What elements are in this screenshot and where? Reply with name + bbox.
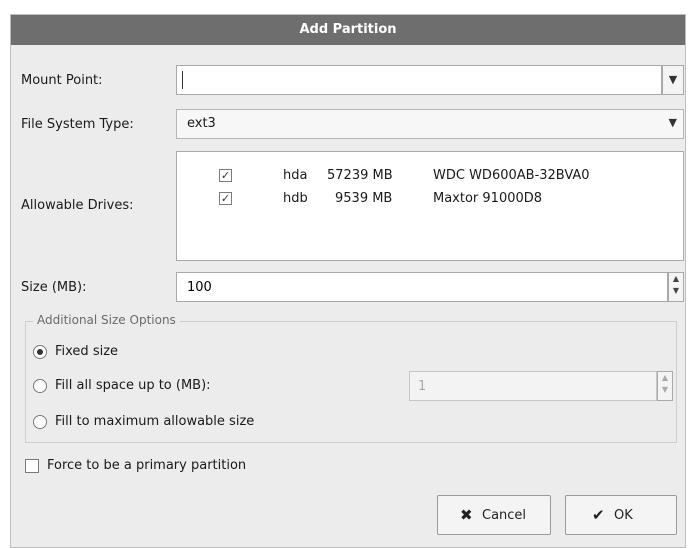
ok-button[interactable]: ✔ OK <box>565 495 677 535</box>
fill-maximum-radio[interactable] <box>33 415 47 429</box>
cancel-button[interactable]: ✖ Cancel <box>437 495 551 535</box>
drive-row[interactable]: ✓ hdb 9539 MB Maxtor 91000D8 <box>177 189 683 211</box>
primary-partition-checkbox[interactable] <box>25 459 39 473</box>
fill-up-to-radio[interactable] <box>33 379 47 393</box>
dialog-title: Add Partition <box>11 15 685 45</box>
drive-size: 57239 MB <box>327 168 393 183</box>
text-cursor <box>182 71 183 89</box>
size-spinner[interactable]: ▲ ▼ <box>668 272 684 302</box>
mount-point-label: Mount Point: <box>21 73 103 88</box>
spin-up-icon[interactable]: ▲ <box>662 373 668 382</box>
allowable-drives-label: Allowable Drives: <box>21 198 134 213</box>
drive-checkbox[interactable]: ✓ <box>219 192 232 205</box>
drive-checkbox[interactable]: ✓ <box>219 169 232 182</box>
drive-row[interactable]: ✓ hda 57239 MB WDC WD600AB-32BVA0 <box>177 166 683 188</box>
file-system-type-combo[interactable]: ext3 ▼ <box>176 109 684 139</box>
drive-size: 9539 MB <box>335 191 393 206</box>
fill-up-to-input[interactable] <box>409 371 657 401</box>
fill-maximum-label[interactable]: Fill to maximum allowable size <box>55 414 254 429</box>
size-label: Size (MB): <box>21 280 87 295</box>
add-partition-dialog: Add Partition Mount Point: ▼ File System… <box>10 14 686 548</box>
spin-down-icon[interactable]: ▼ <box>673 286 679 295</box>
fixed-size-label[interactable]: Fixed size <box>55 344 118 359</box>
drive-model: Maxtor 91000D8 <box>433 191 543 206</box>
mount-point-dropdown-button[interactable]: ▼ <box>662 65 684 95</box>
drive-device: hda <box>283 168 308 183</box>
x-icon: ✖ <box>460 506 473 524</box>
primary-partition-label[interactable]: Force to be a primary partition <box>47 458 246 473</box>
file-system-type-value: ext3 <box>187 116 216 131</box>
fixed-size-radio[interactable] <box>33 345 47 359</box>
fill-up-to-label[interactable]: Fill all space up to (MB): <box>55 378 211 393</box>
cancel-button-label: Cancel <box>482 508 527 523</box>
spin-down-icon[interactable]: ▼ <box>662 385 668 394</box>
ok-icon: ✔ <box>592 506 605 524</box>
allowable-drives-list: ✓ hda 57239 MB WDC WD600AB-32BVA0 ✓ hdb … <box>176 151 684 261</box>
chevron-down-icon: ▼ <box>668 116 677 129</box>
mount-point-input[interactable] <box>176 65 662 95</box>
additional-size-options-title: Additional Size Options <box>33 313 180 327</box>
chevron-down-icon: ▼ <box>668 73 678 86</box>
spin-up-icon[interactable]: ▲ <box>673 274 679 283</box>
file-system-type-label: File System Type: <box>21 117 134 132</box>
fill-up-to-spinner[interactable]: ▲ ▼ <box>657 371 673 401</box>
size-input[interactable] <box>176 272 668 302</box>
drive-model: WDC WD600AB-32BVA0 <box>433 168 590 183</box>
ok-button-label: OK <box>614 508 633 523</box>
drive-device: hdb <box>283 191 308 206</box>
